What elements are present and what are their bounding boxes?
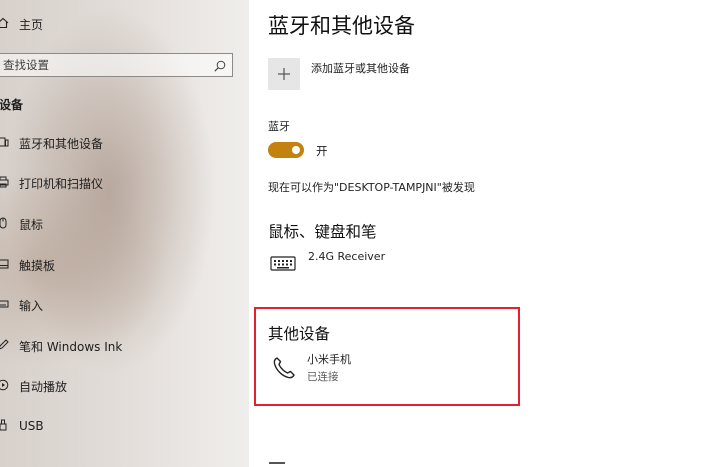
usb-icon (0, 419, 9, 431)
autoplay-icon (0, 379, 9, 391)
sidebar-home-label: 主页 (19, 17, 44, 32)
sidebar-item-label: USB (19, 419, 44, 433)
bluetooth-devices-icon (0, 136, 9, 148)
sidebar-item-label: 蓝牙和其他设备 (19, 136, 104, 151)
touchpad-icon (0, 258, 9, 270)
other-devices-heading: 其他设备 (268, 325, 331, 343)
mouse-icon (0, 217, 9, 229)
keyboard-icon (0, 298, 9, 310)
sidebar-item-label: 打印机和扫描仪 (19, 176, 104, 191)
sidebar-item-label: 触摸板 (19, 258, 56, 273)
page-title: 蓝牙和其他设备 (268, 14, 415, 38)
keyboard-icon[interactable] (270, 254, 296, 272)
settings-sidebar: 主页 设备 蓝牙和其他设备 打印机和扫描仪 鼠标 触摸板 (0, 0, 249, 467)
sidebar-item-bluetooth[interactable]: 蓝牙和其他设备 (0, 128, 249, 158)
next-section-fragment (269, 462, 285, 464)
device-name[interactable]: 2.4G Receiver (308, 250, 385, 263)
add-device-button[interactable]: 添加蓝牙或其他设备 (268, 58, 410, 90)
sidebar-item-label: 鼠标 (19, 217, 44, 232)
sidebar-item-autoplay[interactable]: 自动播放 (0, 371, 249, 401)
sidebar-section-heading: 设备 (0, 98, 24, 112)
mouse-keyboard-pen-heading: 鼠标、键盘和笔 (268, 223, 377, 241)
search-icon[interactable] (213, 58, 227, 72)
add-icon[interactable] (268, 58, 300, 90)
device-name[interactable]: 小米手机 (307, 351, 351, 367)
main-content: 蓝牙和其他设备 添加蓝牙或其他设备 蓝牙 开 现在可以作为"DESKTOP-TA… (249, 0, 709, 467)
bluetooth-state-label: 开 (316, 144, 328, 158)
device-status: 已连接 (307, 371, 339, 383)
search-input[interactable] (3, 54, 203, 76)
sidebar-item-usb[interactable]: USB (0, 411, 249, 441)
sidebar-item-label: 自动播放 (19, 379, 68, 394)
toggle-knob (292, 146, 300, 154)
sidebar-item-label: 笔和 Windows Ink (19, 339, 123, 354)
pen-icon (0, 339, 9, 351)
bluetooth-toggle[interactable] (268, 142, 304, 158)
search-box[interactable] (0, 53, 233, 77)
home-icon (0, 17, 9, 29)
sidebar-item-printers[interactable]: 打印机和扫描仪 (0, 168, 249, 198)
sidebar-home[interactable]: 主页 (0, 9, 249, 39)
bluetooth-label: 蓝牙 (268, 120, 290, 133)
printer-icon (0, 176, 9, 188)
phone-icon[interactable] (271, 355, 297, 381)
add-device-label[interactable]: 添加蓝牙或其他设备 (311, 60, 410, 76)
sidebar-item-label: 输入 (19, 298, 44, 313)
sidebar-item-pen[interactable]: 笔和 Windows Ink (0, 331, 249, 361)
discoverable-text: 现在可以作为"DESKTOP-TAMPJNI"被发现 (268, 181, 475, 194)
sidebar-item-touchpad[interactable]: 触摸板 (0, 250, 249, 280)
sidebar-item-typing[interactable]: 输入 (0, 290, 249, 320)
sidebar-item-mouse[interactable]: 鼠标 (0, 209, 249, 239)
